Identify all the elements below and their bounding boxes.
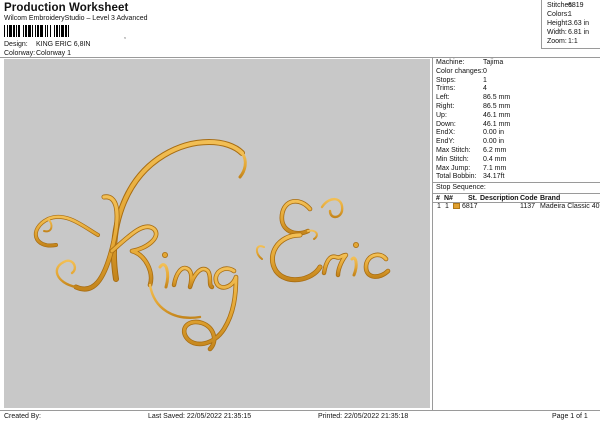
colorway-value: Colorway 1 xyxy=(36,50,72,57)
machine-row-label: Left: xyxy=(436,94,450,102)
machine-row: Total Bobbin: 34.17ft xyxy=(436,173,504,180)
machine-row-label: EndY: xyxy=(436,138,455,146)
stats-box: Stitches:6819 Colors:1 Height:3.63 in Wi… xyxy=(541,0,600,49)
seq-col-n: N# xyxy=(444,195,453,202)
zoom-label: Zoom: xyxy=(547,38,567,45)
colors-row: Colors:1 xyxy=(547,11,572,18)
stitches-value: 6819 xyxy=(568,2,584,9)
zoom-row: Zoom:1:1 xyxy=(547,38,578,45)
design-i xyxy=(158,263,170,289)
footer-divider xyxy=(0,410,600,411)
machine-row-value: 86.5 mm xyxy=(483,94,511,102)
machine-row: Machine: Tajima xyxy=(436,59,503,66)
stitches-row: Stitches:6819 xyxy=(547,2,584,9)
stop-sequence-title: Stop Sequence: xyxy=(436,184,486,191)
colorway-row: Colorway:Colorway 1 xyxy=(4,50,71,57)
seq-row-code: 1137 xyxy=(520,203,536,210)
seq-col-brand: Brand xyxy=(540,195,561,202)
machine-row-label: Total Bobbin: xyxy=(436,173,477,181)
machine-row-label: Trims: xyxy=(436,85,456,93)
machine-row-value: 7.1 mm xyxy=(483,164,507,172)
machine-row-label: Down: xyxy=(436,120,456,128)
seq-col-st: St. xyxy=(468,195,477,202)
design-flourish-arc xyxy=(111,139,245,282)
barcode-suffix: , xyxy=(124,33,126,40)
design-row: Design: KING ERIC 6,8IN xyxy=(4,41,90,48)
machine-row-label: Up: xyxy=(436,111,447,119)
machine-row-label: Max Jump: xyxy=(436,164,471,172)
embroidery-design xyxy=(33,139,391,352)
machine-row: EndX: 0.00 in xyxy=(436,129,504,136)
width-value: 6.81 in xyxy=(568,29,590,36)
zoom-value: 1:1 xyxy=(568,38,578,45)
design-value: KING ERIC 6,8IN xyxy=(36,41,91,48)
seq-header-divider-top xyxy=(432,193,600,194)
machine-row: Trims: 4 xyxy=(436,85,487,92)
seq-col-code: Code xyxy=(520,195,538,202)
page-title: Production Worksheet xyxy=(4,2,129,14)
machine-row-value: 0.4 mm xyxy=(483,155,507,163)
panel-divider xyxy=(432,57,433,410)
machine-row-value: 86.5 mm xyxy=(483,103,511,110)
seq-row-n: 1 xyxy=(445,203,449,210)
colors-label: Colors: xyxy=(547,11,570,18)
height-value: 3.63 in xyxy=(568,20,590,27)
machine-row-value: 46.1 mm xyxy=(483,120,511,128)
seq-row-st: 6817 xyxy=(462,203,478,210)
design-tail xyxy=(148,283,202,319)
machine-row-label: Color changes: xyxy=(436,67,484,75)
machine-row-label: Max Stitch: xyxy=(436,147,471,154)
machine-row: Max Jump: 7.1 mm xyxy=(436,165,506,172)
design-k-stem xyxy=(73,194,120,292)
barcode xyxy=(4,25,69,37)
footer-page: Page 1 of 1 xyxy=(552,413,588,420)
software-subtitle: Wilcom EmbroideryStudio – Level 3 Advanc… xyxy=(4,15,148,22)
machine-row-label: Min Stitch: xyxy=(436,155,469,163)
machine-row-value: 0 xyxy=(483,67,487,75)
machine-row-value: 34.17ft xyxy=(483,173,505,181)
machine-row-value: 4 xyxy=(483,85,487,93)
footer-printed: Printed: 22/05/2022 21:35:18 xyxy=(318,413,409,420)
width-label: Width: xyxy=(547,29,567,36)
seq-col-description: Description xyxy=(480,195,519,202)
header-divider xyxy=(0,57,600,58)
machine-row: Right: 86.5 mm xyxy=(436,103,510,110)
machine-row: Stops: 1 xyxy=(436,77,487,84)
machine-row: Down: 46.1 mm xyxy=(436,121,510,128)
machine-row: EndY: 0.00 in xyxy=(436,138,504,145)
seq-row-brand: Madeira Classic 40 xyxy=(540,203,600,210)
design-k-arm xyxy=(109,224,159,288)
machine-row-label: Stops: xyxy=(436,76,456,84)
design-e-swash xyxy=(320,198,344,219)
height-label: Height: xyxy=(547,20,570,27)
thread-color-swatch xyxy=(453,203,460,209)
design-i-second xyxy=(350,256,358,277)
design-preview xyxy=(4,59,430,408)
machine-row: Max Stitch: 6.2 mm xyxy=(436,147,506,154)
machine-row-label: Right: xyxy=(436,103,455,110)
machine-row-value: 0.00 in xyxy=(483,138,505,146)
seq-row-num: 1 xyxy=(437,203,441,210)
machine-row-value: 6.2 mm xyxy=(483,147,507,154)
height-row: Height:3.63 in xyxy=(547,20,589,27)
design-label: Design: xyxy=(4,41,28,48)
seq-col-num: # xyxy=(436,195,440,202)
machine-divider xyxy=(432,182,600,183)
footer-last-saved: Last Saved: 22/05/2022 21:35:15 xyxy=(148,413,252,420)
machine-row-value: Tajima xyxy=(483,59,504,66)
machine-row: Min Stitch: 0.4 mm xyxy=(436,156,506,163)
machine-row-value: 1 xyxy=(483,76,487,84)
footer-created-by: Created By: xyxy=(4,413,41,420)
machine-row-value: 0.00 in xyxy=(483,129,505,137)
width-row: Width:6.81 in xyxy=(547,29,589,36)
machine-row: Up: 46.1 mm xyxy=(436,112,510,119)
machine-row: Left: 86.5 mm xyxy=(436,94,510,101)
machine-row: Color changes:0 xyxy=(436,68,487,75)
machine-row-label: EndX: xyxy=(436,129,456,137)
stitches-label: Stitches: xyxy=(547,2,574,9)
machine-row-value: 46.1 mm xyxy=(483,111,511,119)
colorway-label: Colorway: xyxy=(4,50,36,57)
machine-row-label: Machine: xyxy=(436,59,465,66)
colors-value: 1 xyxy=(568,11,572,18)
